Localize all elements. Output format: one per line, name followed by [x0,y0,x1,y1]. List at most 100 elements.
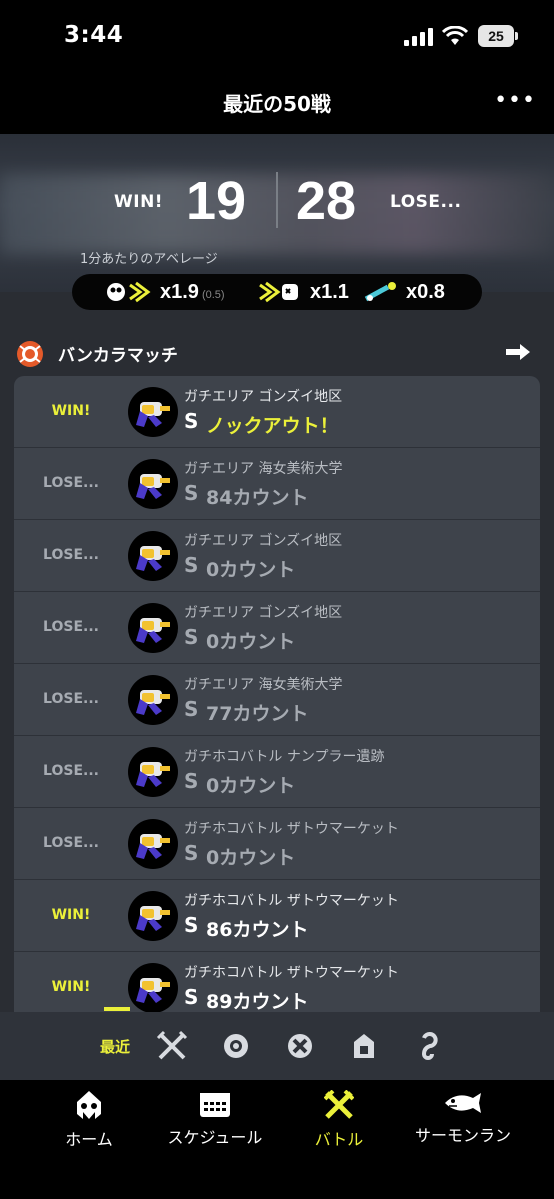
average-label: 1分あたりのアベレージ [80,252,218,267]
weapon-icon [128,891,178,941]
lose-label: LOSE... [390,192,462,212]
bottom-tab-bar: ホーム スケジュール バトル サーモンラン [0,1080,554,1199]
mode-filter-bar: 最近 [0,1007,554,1080]
battery-indicator: 25 [478,25,518,47]
tab-home-label: ホーム [65,1130,113,1149]
score-label: 84カウント [206,487,309,509]
mode-stage: ガチホコバトル ナンプラー遺跡 [184,749,385,765]
calendar-icon [200,1093,230,1117]
salmon-icon [445,1093,481,1113]
win-label: WIN! [114,192,164,212]
rank-label: S [184,769,199,793]
result-label: LOSE... [43,691,99,707]
result-label: WIN! [51,979,91,995]
result-label: WIN! [51,403,91,419]
deaths-average: x1.1 [310,281,349,303]
weapon-icon [128,459,178,509]
private-battle-icon[interactable] [348,1030,380,1062]
battle-row[interactable]: WIN! ガチホコバトル ザトウマーケット S 89カウント [14,952,540,1012]
result-label: LOSE... [43,763,99,779]
section-title: バンカラマッチ [58,346,178,366]
selected-indicator [104,1007,130,1011]
arrow-right-icon[interactable] [504,342,532,362]
result-label: LOSE... [43,619,99,635]
death-icon [259,281,298,303]
result-label: LOSE... [43,475,99,491]
tab-home[interactable]: ホーム [24,1090,154,1150]
result-label: LOSE... [43,547,99,563]
rank-label: S [184,481,199,505]
weapon-icon [128,819,178,869]
anarchy-battle-icon[interactable] [220,1030,252,1062]
tab-battle[interactable]: バトル [274,1090,404,1150]
mode-stage: ガチホコバトル ザトウマーケット [184,821,399,837]
score-label: 0カウント [206,559,296,581]
tab-salmon-run[interactable]: サーモンラン [398,1090,528,1150]
weapon-icon [128,747,178,797]
result-label: WIN! [51,907,91,923]
result-label: LOSE... [43,835,99,851]
weapon-icon [128,963,178,1012]
battle-row[interactable]: LOSE... ガチホコバトル ザトウマーケット S 0カウント [14,808,540,880]
kills-average: x1.9 [160,281,199,303]
mode-stage: ガチエリア 海女美術大学 [184,461,343,477]
average-stats-bar: x1.9 (0.5) x1.1 x0.8 [72,274,482,310]
divider [276,172,278,228]
anarchy-battle-icon [17,341,43,367]
specials-average: x0.8 [406,281,445,303]
cellular-signal-icon [404,28,433,46]
battle-row[interactable]: WIN! ガチホコバトル ザトウマーケット S 86カウント [14,880,540,952]
rank-label: S [184,625,199,649]
more-options-button[interactable]: ••• [494,88,536,113]
battle-row[interactable]: LOSE... ガチエリア ゴンズイ地区 S 0カウント [14,592,540,664]
filter-recent[interactable]: 最近 [100,1036,130,1057]
score-label: 0カウント [206,631,296,653]
regular-battle-icon[interactable] [156,1030,188,1062]
rank-label: S [184,841,199,865]
wifi-icon [442,26,468,45]
battle-row[interactable]: WIN! ガチエリア ゴンズイ地区 S ノックアウト！ [14,376,540,448]
score-label: 0カウント [206,775,296,797]
score-label: 0カウント [206,847,296,869]
weapon-icon [128,675,178,725]
other-battle-icon[interactable] [412,1030,444,1062]
battle-row[interactable]: LOSE... ガチエリア ゴンズイ地区 S 0カウント [14,520,540,592]
kill-icon [107,281,151,303]
rank-label: S [184,553,199,577]
special-weapon-icon [364,282,396,302]
x-battle-icon[interactable] [284,1030,316,1062]
clock: 3:44 [64,22,124,48]
rank-label: S [184,409,199,433]
battle-row[interactable]: LOSE... ガチエリア 海女美術大学 S 77カウント [14,664,540,736]
score-label: ノックアウト！ [206,415,339,437]
rank-label: S [184,985,199,1009]
weapon-icon [128,531,178,581]
tab-battle-label: バトル [314,1130,364,1149]
mode-stage: ガチエリア 海女美術大学 [184,677,343,693]
score-label: 77カウント [206,703,309,725]
rank-label: S [184,913,199,937]
section-header: バンカラマッチ [16,336,536,368]
tab-salmon-run-label: サーモンラン [414,1126,511,1145]
app-header: 最近の50戦 ••• [0,70,554,134]
battle-row[interactable]: LOSE... ガチホコバトル ナンプラー遺跡 S 0カウント [14,736,540,808]
tab-schedule-label: スケジュール [167,1128,263,1147]
battle-icon [324,1090,354,1119]
win-lose-summary: WIN! 19 28 LOSE... 1分あたりのアベレージ [0,134,554,292]
page-title: 最近の50戦 [223,92,331,116]
score-label: 86カウント [206,919,309,941]
tab-schedule[interactable]: スケジュール [150,1090,280,1150]
anarchy-section: バンカラマッチ WIN! ガチエリア ゴンズイ地区 S ノックアウト！ LOSE... ガ… [0,292,554,1012]
status-bar: 3:44 25 [0,0,554,70]
squid-icon [77,1091,101,1119]
rank-label: S [184,697,199,721]
mode-stage: ガチエリア ゴンズイ地区 [184,605,343,621]
battle-list: WIN! ガチエリア ゴンズイ地区 S ノックアウト！ LOSE... ガチエリア 海女美… [14,376,540,1012]
assists-average: (0.5) [201,289,225,301]
weapon-icon [128,603,178,653]
weapon-icon [128,387,178,437]
battle-row[interactable]: LOSE... ガチエリア 海女美術大学 S 84カウント [14,448,540,520]
mode-stage: ガチホコバトル ザトウマーケット [184,965,399,981]
lose-count: 28 [296,171,357,231]
mode-stage: ガチエリア ゴンズイ地区 [184,389,343,405]
